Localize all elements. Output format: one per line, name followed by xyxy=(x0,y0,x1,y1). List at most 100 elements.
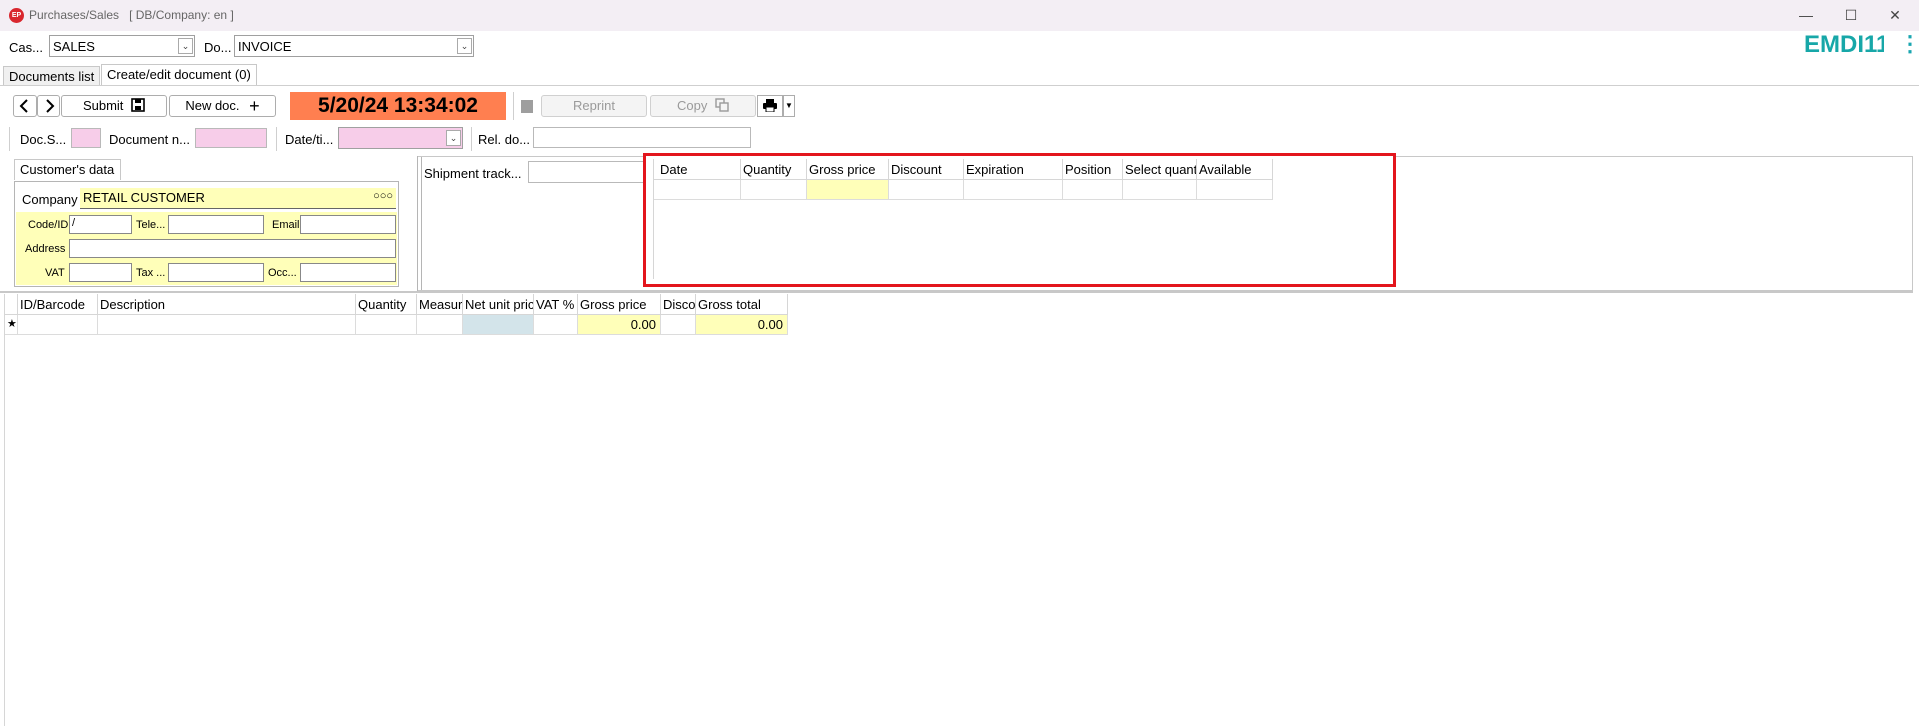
chevron-left-icon xyxy=(19,99,28,113)
next-button[interactable] xyxy=(37,95,60,117)
code-field[interactable]: / xyxy=(69,215,132,234)
history-cell[interactable] xyxy=(1063,180,1123,200)
history-col-gross-price[interactable]: Gross price xyxy=(807,159,889,180)
save-icon xyxy=(131,98,145,112)
item-cell-gross-total[interactable]: 0.00 xyxy=(696,315,788,335)
datetime-label: Date/ti... xyxy=(285,132,334,147)
case-value: SALES xyxy=(53,39,95,54)
section-divider xyxy=(417,156,418,291)
email-field[interactable] xyxy=(300,215,396,234)
row-header-col xyxy=(4,294,18,315)
code-value: / xyxy=(72,217,76,229)
history-col-position[interactable]: Position xyxy=(1063,159,1123,180)
minimize-icon[interactable]: — xyxy=(1795,5,1817,25)
history-col-expiration[interactable]: Expiration xyxy=(964,159,1063,180)
copy-button[interactable]: Copy xyxy=(650,95,756,117)
copy-label: Copy xyxy=(677,98,708,113)
printer-icon xyxy=(763,99,777,113)
reprint-button[interactable]: Reprint xyxy=(541,95,647,117)
history-col-select-quantity[interactable]: Select quanti xyxy=(1123,159,1197,180)
case-select[interactable]: SALES ⌄ xyxy=(49,35,195,57)
splitter[interactable] xyxy=(0,291,1913,293)
window-title: Purchases/Sales [ DB/Company: en ] xyxy=(29,8,234,22)
item-cell-id[interactable] xyxy=(18,315,98,335)
history-col-available[interactable]: Available xyxy=(1197,159,1273,180)
item-cell-measure[interactable] xyxy=(417,315,463,335)
close-icon[interactable]: ✕ xyxy=(1884,5,1906,25)
telephone-label: Tele... xyxy=(136,219,166,231)
items-grid: ID/Barcode Description Quantity Measur N… xyxy=(4,294,788,338)
company-field[interactable]: RETAIL CUSTOMER ○○○ xyxy=(80,188,396,209)
item-cell-description[interactable] xyxy=(98,315,356,335)
occupation-label: Occ... xyxy=(268,267,297,279)
chevron-down-icon[interactable]: ⌄ xyxy=(178,38,193,54)
tax-office-field[interactable] xyxy=(168,263,264,282)
items-col-gross-price[interactable]: Gross price xyxy=(578,294,661,315)
code-label: Code/ID xyxy=(28,219,69,231)
tab-documents-list[interactable]: Documents list xyxy=(3,66,101,85)
items-col-description[interactable]: Description xyxy=(98,294,356,315)
plus-icon: + xyxy=(249,96,260,116)
doc-type-label: Do... xyxy=(204,40,232,55)
history-cell[interactable] xyxy=(1197,180,1273,200)
new-row-marker: ★ xyxy=(4,315,18,335)
items-col-measure[interactable]: Measur xyxy=(417,294,463,315)
items-col-gross-total[interactable]: Gross total xyxy=(696,294,788,315)
item-cell-vat[interactable] xyxy=(534,315,578,335)
history-col-date[interactable]: Date xyxy=(654,159,741,180)
related-doc-field[interactable] xyxy=(533,127,751,148)
new-doc-label: New doc. xyxy=(185,98,240,113)
items-col-id-barcode[interactable]: ID/Barcode xyxy=(18,294,98,315)
doc-type-value: INVOICE xyxy=(238,39,292,54)
prev-button[interactable] xyxy=(13,95,37,117)
history-cell[interactable] xyxy=(654,180,741,200)
print-options-dropdown[interactable]: ▼ xyxy=(783,95,795,117)
title-bar: EP Purchases/Sales [ DB/Company: en ] — … xyxy=(0,0,1919,31)
item-cell-net-unit-price[interactable] xyxy=(463,315,534,335)
chevron-down-icon[interactable]: ⌄ xyxy=(457,38,472,54)
history-cell[interactable] xyxy=(807,180,889,200)
telephone-field[interactable] xyxy=(168,215,264,234)
history-cell[interactable] xyxy=(889,180,964,200)
history-cell[interactable] xyxy=(741,180,807,200)
items-col-quantity[interactable]: Quantity xyxy=(356,294,417,315)
chevron-down-icon[interactable]: ⌄ xyxy=(446,130,461,146)
history-col-discount[interactable]: Discount xyxy=(889,159,964,180)
address-label: Address xyxy=(25,243,66,255)
tab-divider xyxy=(0,85,1919,86)
grid-left-border xyxy=(4,294,5,726)
shipment-tracking-field[interactable] xyxy=(528,161,648,183)
history-cell[interactable] xyxy=(964,180,1063,200)
history-cell[interactable] xyxy=(1123,180,1197,200)
company-label: Company xyxy=(22,192,78,207)
item-cell-discount[interactable] xyxy=(661,315,696,335)
more-menu-icon[interactable]: ⋮ xyxy=(1899,33,1919,55)
item-cell-gross-price[interactable]: 0.00 xyxy=(578,315,661,335)
doc-number-label: Document n... xyxy=(109,132,190,147)
doc-series-field[interactable] xyxy=(71,128,101,148)
item-cell-quantity[interactable] xyxy=(356,315,417,335)
lookup-icon[interactable]: ○○○ xyxy=(373,190,393,202)
emdi-logo-icon: EMDI11 xyxy=(1804,31,1889,58)
items-col-net-unit-price[interactable]: Net unit pric xyxy=(463,294,534,315)
vat-field[interactable] xyxy=(69,263,132,282)
items-col-discount[interactable]: Disco xyxy=(661,294,696,315)
price-history-grid: Date Quantity Gross price Discount Expir… xyxy=(653,159,1386,279)
tab-customer-data[interactable]: Customer's data xyxy=(14,159,121,180)
vat-label: VAT xyxy=(45,267,65,279)
tab-create-edit-document[interactable]: Create/edit document (0) xyxy=(101,64,257,85)
print-button[interactable] xyxy=(757,95,783,117)
stop-icon[interactable] xyxy=(521,100,533,113)
items-col-vat[interactable]: VAT % xyxy=(534,294,578,315)
history-col-quantity[interactable]: Quantity xyxy=(741,159,807,180)
occupation-field[interactable] xyxy=(300,263,396,282)
logo-text: EMDI11 xyxy=(1804,31,1884,58)
address-field[interactable] xyxy=(69,239,396,258)
doc-number-field[interactable] xyxy=(195,128,267,148)
submit-button[interactable]: Submit xyxy=(61,95,167,117)
new-doc-button[interactable]: New doc. + xyxy=(169,95,276,117)
doc-type-select[interactable]: INVOICE ⌄ xyxy=(234,35,474,57)
datetime-picker[interactable]: ⌄ xyxy=(338,127,463,149)
maximize-icon[interactable]: ☐ xyxy=(1840,5,1862,25)
related-doc-label: Rel. do... xyxy=(478,132,531,147)
